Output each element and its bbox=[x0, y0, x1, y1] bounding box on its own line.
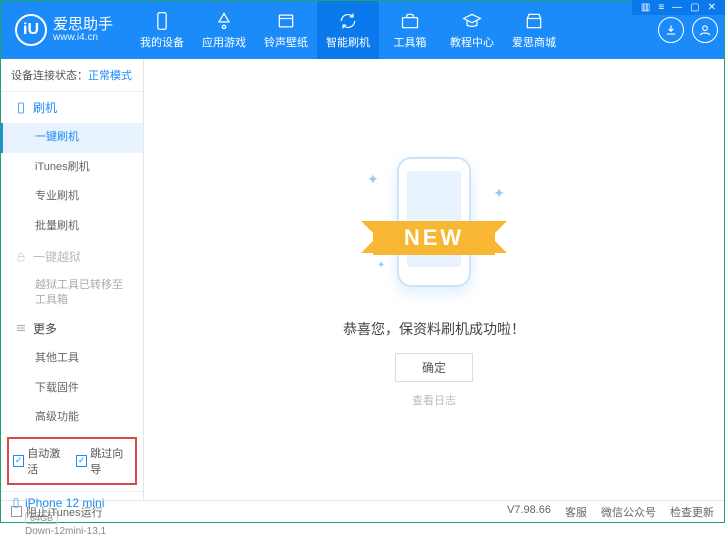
sparkle-icon: ✦ bbox=[367, 171, 379, 188]
close-icon[interactable]: ✕ bbox=[705, 2, 719, 13]
apps-icon bbox=[214, 11, 234, 31]
store-icon bbox=[524, 11, 544, 31]
download-button[interactable] bbox=[658, 17, 684, 43]
version-label: V7.98.66 bbox=[507, 504, 551, 520]
footer-update[interactable]: 检查更新 bbox=[670, 504, 714, 520]
jailbreak-note: 越狱工具已转移至工具箱 bbox=[1, 272, 143, 313]
nav-apps[interactable]: 应用游戏 bbox=[193, 1, 255, 59]
wallpaper-icon bbox=[276, 11, 296, 31]
sparkle-icon: ✦ bbox=[493, 185, 505, 202]
maximize-icon[interactable]: ▢ bbox=[687, 2, 702, 13]
sidebar-item-itunes[interactable]: iTunes刷机 bbox=[1, 153, 143, 183]
minimize-icon[interactable]: — bbox=[669, 2, 685, 13]
new-ribbon: NEW bbox=[373, 221, 495, 255]
connection-status: 设备连接状态：正常模式 bbox=[1, 59, 143, 92]
sidebar: 设备连接状态：正常模式 刷机 一键刷机 iTunes刷机 专业刷机 批量刷机 一… bbox=[1, 59, 144, 500]
success-message: 恭喜您，保资料刷机成功啦！ bbox=[343, 319, 525, 339]
sparkle-icon: ✦ bbox=[377, 260, 385, 271]
checkbox-checked-icon: ✓ bbox=[76, 455, 87, 467]
cb-skip-guide[interactable]: ✓跳过向导 bbox=[76, 445, 131, 477]
graduation-icon bbox=[462, 11, 482, 31]
sidebar-item-firmware[interactable]: 下载固件 bbox=[1, 374, 143, 404]
nav: 我的设备 应用游戏 铃声壁纸 智能刷机 工具箱 教程中心 爱思商城 bbox=[131, 1, 658, 59]
nav-my-device[interactable]: 我的设备 bbox=[131, 1, 193, 59]
cb-auto-activate[interactable]: ✓自动激活 bbox=[13, 445, 68, 477]
sidebar-item-advanced[interactable]: 高级功能 bbox=[1, 403, 143, 433]
nav-tools[interactable]: 工具箱 bbox=[379, 1, 441, 59]
logo: iU 爱思助手 www.i4.cn bbox=[1, 14, 131, 46]
checkbox-checked-icon: ✓ bbox=[13, 455, 24, 467]
user-button[interactable] bbox=[692, 17, 718, 43]
nav-media[interactable]: 铃声壁纸 bbox=[255, 1, 317, 59]
window-controls: ▥ ≡ — ▢ ✕ bbox=[632, 0, 725, 15]
section-more[interactable]: 更多 bbox=[1, 313, 143, 344]
view-log-link[interactable]: 查看日志 bbox=[412, 392, 456, 408]
sidebar-item-pro[interactable]: 专业刷机 bbox=[1, 182, 143, 212]
checkbox-unchecked-icon bbox=[11, 506, 22, 517]
device-sub: Down-12mini-13,1 bbox=[25, 526, 133, 537]
refresh-icon bbox=[338, 11, 358, 31]
success-illustration: ✦ ✦ ✦ NEW bbox=[359, 151, 509, 301]
logo-icon: iU bbox=[15, 14, 47, 46]
menu-icon bbox=[15, 322, 27, 334]
main-content: ✦ ✦ ✦ NEW 恭喜您，保资料刷机成功啦！ 确定 查看日志 bbox=[144, 59, 724, 500]
footer-wechat[interactable]: 微信公众号 bbox=[601, 504, 656, 520]
nav-flash[interactable]: 智能刷机 bbox=[317, 1, 379, 59]
header-right bbox=[658, 17, 724, 43]
cb-block-itunes[interactable]: 阻止iTunes运行 bbox=[11, 504, 103, 520]
footer-support[interactable]: 客服 bbox=[565, 504, 587, 520]
app-url: www.i4.cn bbox=[53, 32, 113, 43]
checkbox-highlight: ✓自动激活 ✓跳过向导 bbox=[7, 437, 137, 485]
phone-icon bbox=[152, 11, 172, 31]
section-flash[interactable]: 刷机 bbox=[1, 92, 143, 123]
sidebar-item-oneclick[interactable]: 一键刷机 bbox=[1, 123, 143, 153]
sidebar-item-batch[interactable]: 批量刷机 bbox=[1, 212, 143, 242]
app-name: 爱思助手 bbox=[53, 17, 113, 32]
nav-store[interactable]: 爱思商城 bbox=[503, 1, 565, 59]
sidebar-item-other[interactable]: 其他工具 bbox=[1, 344, 143, 374]
pin-icon[interactable]: ▥ bbox=[638, 2, 653, 13]
ok-button[interactable]: 确定 bbox=[395, 353, 473, 382]
phone-small-icon bbox=[15, 102, 27, 114]
section-jailbreak[interactable]: 一键越狱 bbox=[1, 241, 143, 272]
nav-tutorial[interactable]: 教程中心 bbox=[441, 1, 503, 59]
menu-icon[interactable]: ≡ bbox=[655, 2, 667, 13]
header: iU 爱思助手 www.i4.cn 我的设备 应用游戏 铃声壁纸 智能刷机 工具… bbox=[1, 1, 724, 59]
toolbox-icon bbox=[400, 11, 420, 31]
lock-icon bbox=[15, 251, 27, 263]
